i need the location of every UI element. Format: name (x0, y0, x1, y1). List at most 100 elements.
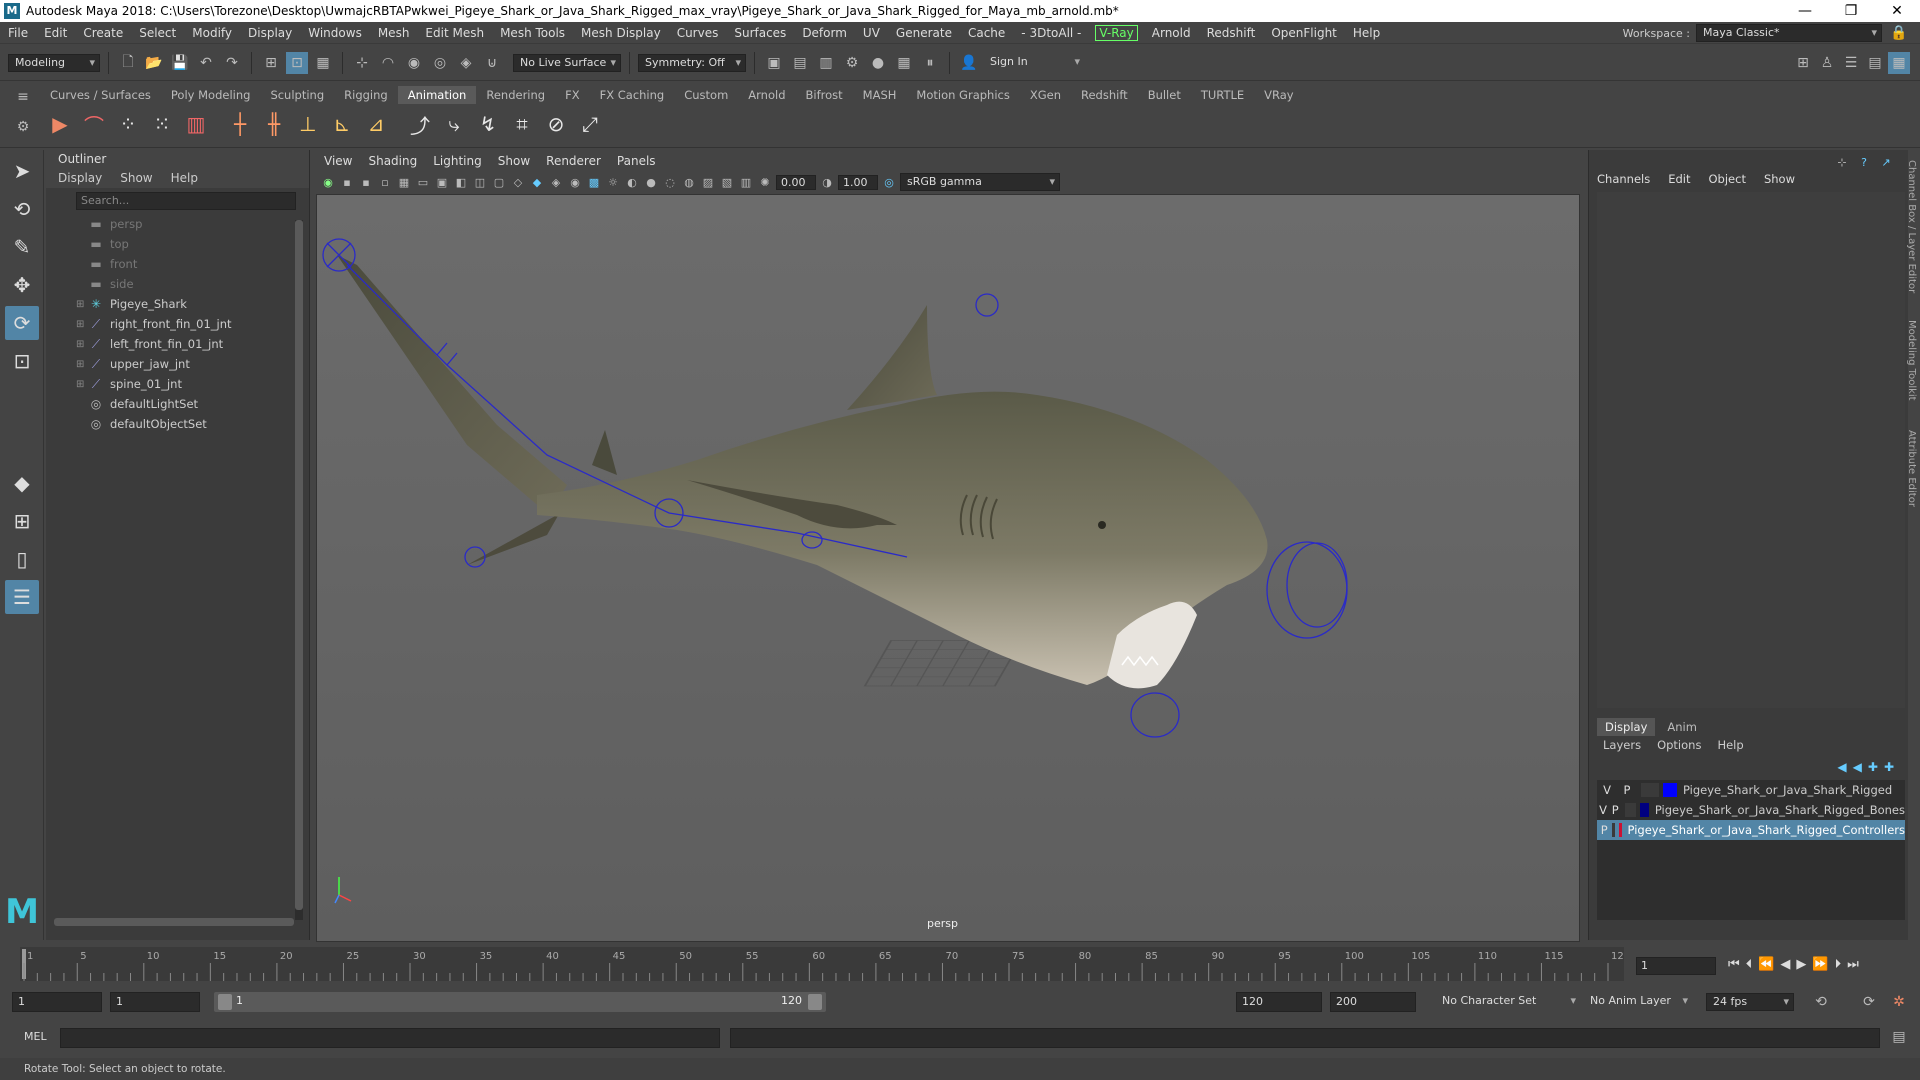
menu-modify[interactable]: Modify (184, 26, 240, 40)
create-curve-icon[interactable]: ⤴ (406, 108, 434, 140)
layer-display-type[interactable] (1625, 803, 1637, 817)
workspace-dropdown[interactable]: Maya Classic* (1696, 24, 1882, 42)
layer-menu-options[interactable]: Options (1657, 738, 1701, 752)
shelf-tab-xgen[interactable]: XGen (1020, 86, 1071, 104)
step-back-frame-icon[interactable]: ⏴ (1746, 957, 1753, 972)
lock-icon[interactable]: 🔒 (1888, 22, 1910, 44)
bookmark-icon[interactable]: ▪ (358, 174, 374, 190)
viewport-menu-shading[interactable]: Shading (368, 152, 417, 170)
menu-uv[interactable]: UV (855, 26, 888, 40)
outliner-item[interactable]: ▬ front (46, 254, 309, 274)
mel-label[interactable]: MEL (24, 1030, 47, 1043)
shelf-tab-rigging[interactable]: Rigging (334, 86, 398, 104)
layer-row[interactable]: V P Pigeye_Shark_or_Java_Shark_Rigged (1597, 780, 1905, 800)
go-to-end-icon[interactable]: ⏭ (1847, 957, 1859, 972)
menu-mesh-display[interactable]: Mesh Display (573, 26, 669, 40)
exposure-field[interactable]: 0.00 (776, 174, 816, 190)
expand-icon[interactable]: ⊞ (76, 299, 88, 310)
menu-cache[interactable]: Cache (960, 26, 1013, 40)
layer-menu-layers[interactable]: Layers (1603, 738, 1641, 752)
textured-icon[interactable]: ▩ (586, 174, 602, 190)
step-forward-key-icon[interactable]: ⏩ (1812, 957, 1828, 972)
expand-icon[interactable]: ⊞ (76, 379, 88, 390)
shelf-tab-redshift[interactable]: Redshift (1071, 86, 1138, 104)
outliner-search-input[interactable]: Search... (76, 192, 296, 210)
ik-handle-icon[interactable]: ╫ (260, 108, 288, 140)
layer-visibility-toggle[interactable]: V (1597, 783, 1617, 797)
live-surface-dropdown[interactable]: No Live Surface (513, 53, 621, 72)
layer-color-swatch[interactable] (1618, 823, 1622, 837)
shadows-icon[interactable]: ◐ (624, 174, 640, 190)
expand-icon[interactable]: ⊞ (76, 319, 88, 330)
shelf-tab-bifrost[interactable]: Bifrost (796, 86, 853, 104)
menu-set-dropdown[interactable]: Modeling (8, 53, 100, 72)
constraint-icon[interactable]: ⊘ (542, 108, 570, 140)
tool-settings-icon[interactable]: ▤ (1864, 52, 1886, 74)
layer-color-swatch[interactable] (1663, 783, 1677, 797)
menu-vray[interactable]: V-Ray (1095, 24, 1138, 41)
expand-icon[interactable]: ⊞ (76, 359, 88, 370)
side-tab-attribute-editor[interactable]: Attribute Editor (1906, 430, 1917, 507)
menu-display[interactable]: Display (240, 26, 300, 40)
viewport-menu-panels[interactable]: Panels (617, 152, 656, 170)
help-icon[interactable]: ? (1856, 154, 1872, 170)
translate-key-icon[interactable]: ┼ (226, 108, 254, 140)
motion-blur-icon[interactable]: ◌ (662, 174, 678, 190)
outliner-menu-show[interactable]: Show (120, 168, 152, 188)
outliner-item[interactable]: ⊞ ⟋ left_front_fin_01_jnt (46, 334, 309, 354)
film-gate-icon[interactable]: ▭ (415, 174, 431, 190)
outliner-item[interactable]: ⊞ ⟋ spine_01_jnt (46, 374, 309, 394)
shelf-tab-mash[interactable]: MASH (853, 86, 907, 104)
channel-menu-show[interactable]: Show (1764, 172, 1795, 186)
menu-edit-mesh[interactable]: Edit Mesh (417, 26, 492, 40)
undo-icon[interactable]: ↶ (195, 52, 217, 74)
play-backward-icon[interactable]: ◀ (1780, 957, 1790, 972)
channel-menu-object[interactable]: Object (1709, 172, 1746, 186)
shelf-tab-bullet[interactable]: Bullet (1138, 86, 1191, 104)
motion-trail-icon[interactable]: ⌒ (80, 108, 108, 140)
menu-redshift[interactable]: Redshift (1199, 26, 1264, 40)
expand-icon[interactable]: ⊞ (76, 339, 88, 350)
menu-select[interactable]: Select (131, 26, 184, 40)
go-to-start-icon[interactable]: ⏮ (1728, 957, 1740, 972)
render-view-icon[interactable]: ▦ (893, 52, 915, 74)
snap-point-icon[interactable]: ◉ (403, 52, 425, 74)
menu-generate[interactable]: Generate (888, 26, 960, 40)
snap-surface-icon[interactable]: ◈ (455, 52, 477, 74)
snap-grid-icon[interactable]: ⊹ (351, 52, 373, 74)
channel-menu-edit[interactable]: Edit (1668, 172, 1690, 186)
channel-menu-channels[interactable]: Channels (1597, 172, 1650, 186)
shelf-menu-icon[interactable]: ≡ (12, 86, 34, 108)
anim-layer-dropdown[interactable]: No Anim Layer (1584, 993, 1692, 1011)
exposure-icon[interactable]: ✺ (757, 174, 773, 190)
camera-select-icon[interactable]: ◉ (320, 174, 336, 190)
outliner-scroll-thumb[interactable] (295, 220, 303, 910)
menu-file[interactable]: File (0, 26, 36, 40)
menu-mesh-tools[interactable]: Mesh Tools (492, 26, 573, 40)
aim-constraint-icon[interactable]: ⤢ (576, 108, 604, 140)
save-scene-icon[interactable]: 💾 (169, 52, 191, 74)
wireframe-icon[interactable]: ◇ (510, 174, 526, 190)
outliner-item[interactable]: ◎ defaultLightSet (46, 394, 309, 414)
snap-view-icon[interactable]: ◎ (429, 52, 451, 74)
float-icon[interactable]: ↗ (1878, 154, 1894, 170)
render-frame-icon[interactable]: ▣ (763, 52, 785, 74)
layer-visibility-toggle[interactable]: V (1597, 803, 1609, 817)
playback-end-field[interactable]: 120 (1236, 992, 1322, 1012)
shelf-tab-fx[interactable]: FX (555, 86, 590, 104)
menu-help[interactable]: Help (1345, 26, 1388, 40)
menu-deform[interactable]: Deform (794, 26, 855, 40)
play-forward-icon[interactable]: ▶ (1796, 957, 1806, 972)
fps-dropdown[interactable]: 24 fps (1706, 993, 1794, 1011)
modeling-toolkit-icon[interactable]: ⊞ (1792, 52, 1814, 74)
move-tool-icon[interactable]: ✥ (5, 268, 39, 302)
menu-surfaces[interactable]: Surfaces (726, 26, 794, 40)
move-layer-up-icon[interactable]: ◀ (1837, 760, 1846, 774)
set-key-icon[interactable]: ▥ (182, 108, 210, 140)
paint-select-icon[interactable]: ✎ (5, 230, 39, 264)
range-end-handle[interactable] (808, 994, 822, 1010)
attribute-editor-icon[interactable]: ☰ (1840, 52, 1862, 74)
cluster-icon[interactable]: ⤷ (440, 108, 468, 140)
unghost-icon[interactable]: ⁙ (148, 108, 176, 140)
ipr-render-icon[interactable]: ▥ (815, 52, 837, 74)
